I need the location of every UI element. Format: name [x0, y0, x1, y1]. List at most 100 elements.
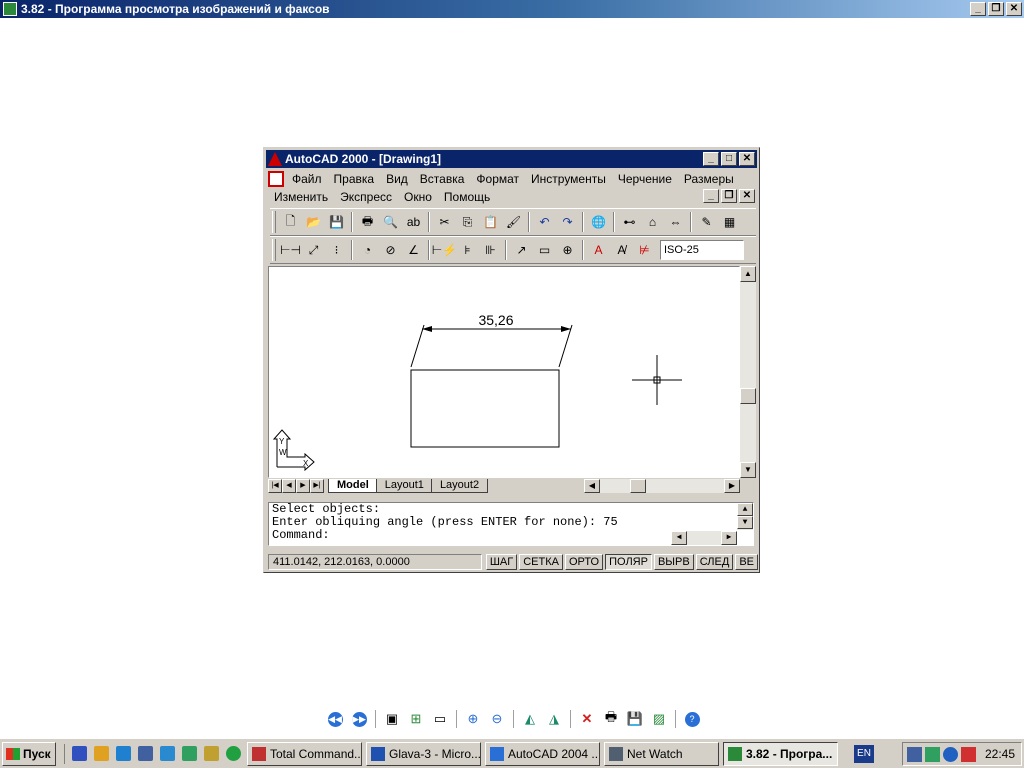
task-total-commander[interactable]: Total Command... [247, 741, 362, 766]
osnap-toggle[interactable]: ВЫРВ [653, 554, 694, 570]
scroll-left-icon[interactable]: ◀ [584, 479, 600, 493]
last-tab-icon[interactable]: ▶| [310, 479, 324, 493]
acad-maximize-button[interactable]: □ [721, 152, 737, 166]
task-word[interactable]: Glava-3 - Micro... [366, 741, 481, 766]
new-file-icon[interactable]: 🗋 [279, 211, 302, 233]
help-icon[interactable]: ? [681, 708, 703, 730]
scroll-thumb[interactable] [740, 388, 756, 404]
ortho-toggle[interactable]: ОРТО [564, 554, 604, 570]
ordinate-dimension-icon[interactable]: ⁝ [325, 239, 348, 261]
menu-view[interactable]: Вид [380, 172, 414, 186]
cmd-scroll-left-icon[interactable]: ◀ [671, 531, 687, 545]
prev-tab-icon[interactable]: ◀ [282, 479, 296, 493]
design-center-icon[interactable]: ▦ [718, 211, 741, 233]
start-button[interactable]: Пуск [2, 741, 56, 766]
center-mark-icon[interactable]: ⊕ [556, 239, 579, 261]
doc-restore-button[interactable]: ❐ [721, 189, 737, 203]
menu-window[interactable]: Окно [398, 190, 438, 204]
linear-dimension-icon[interactable]: ⊢⊣ [279, 239, 302, 261]
quicklaunch-app-icon[interactable] [223, 744, 243, 764]
tab-layout1[interactable]: Layout1 [375, 479, 433, 493]
menu-file[interactable]: Файл [286, 172, 328, 186]
network-icon[interactable] [907, 746, 922, 762]
menu-tools[interactable]: Инструменты [525, 172, 612, 186]
menu-help[interactable]: Помощь [438, 190, 496, 204]
minimize-button[interactable]: _ [970, 2, 986, 16]
dimension-style-select[interactable]: ISO-25 [660, 240, 744, 260]
dimension-update-icon[interactable]: ⊭ [633, 239, 656, 261]
delete-icon[interactable]: ✕ [576, 708, 598, 730]
task-net-watch[interactable]: Net Watch [604, 741, 719, 766]
vertical-scrollbar[interactable]: ▲ ▼ [740, 266, 756, 478]
toolbar-grip[interactable] [272, 211, 276, 233]
quicklaunch-app-icon[interactable] [179, 744, 199, 764]
acad-minimize-button[interactable]: _ [703, 152, 719, 166]
dimension-edit-icon[interactable]: A [587, 239, 610, 261]
dimension-text-edit-icon[interactable]: A̸ [610, 239, 633, 261]
print-icon[interactable]: 🖶 [356, 211, 379, 233]
quicklaunch-app-icon[interactable] [157, 744, 177, 764]
menu-edit[interactable]: Правка [328, 172, 381, 186]
horizontal-scrollbar[interactable]: ◀ ▶ [584, 479, 740, 493]
otrack-toggle[interactable]: СЛЕД [695, 554, 734, 570]
object-snap-icon[interactable]: ⊷ [618, 211, 641, 233]
spell-check-icon[interactable]: ab [402, 211, 425, 233]
maximize-button[interactable]: ❐ [988, 2, 1004, 16]
cut-icon[interactable]: ✂ [433, 211, 456, 233]
quick-dimension-icon[interactable]: ⊢⚡ [432, 239, 457, 261]
hscroll-thumb[interactable] [630, 479, 646, 493]
zoom-out-icon[interactable]: ⊖ [486, 708, 508, 730]
distance-icon[interactable]: ⇔ [664, 211, 687, 233]
menu-dimension[interactable]: Размеры [678, 172, 740, 186]
tab-model[interactable]: Model [328, 479, 378, 493]
best-fit-icon[interactable]: ▣ [381, 708, 403, 730]
quicklaunch-app-icon[interactable] [69, 744, 89, 764]
first-tab-icon[interactable]: |◀ [268, 479, 282, 493]
save-icon[interactable]: 💾 [325, 211, 348, 233]
task-image-viewer[interactable]: 3.82 - Програ... [723, 741, 838, 766]
copy-icon[interactable]: ⎘ [456, 211, 479, 233]
radius-dimension-icon[interactable]: ◔ [356, 239, 379, 261]
angular-dimension-icon[interactable]: ∠ [402, 239, 425, 261]
menu-format[interactable]: Формат [470, 172, 525, 186]
slideshow-icon[interactable]: ▭ [429, 708, 451, 730]
close-button[interactable]: ✕ [1006, 2, 1022, 16]
quicklaunch-app-icon[interactable] [91, 744, 111, 764]
task-autocad[interactable]: AutoCAD 2004 ... [485, 741, 600, 766]
redo-icon[interactable]: ↷ [556, 211, 579, 233]
search-icon[interactable] [943, 746, 958, 762]
menu-draw[interactable]: Черчение [612, 172, 678, 186]
quicklaunch-app-icon[interactable] [201, 744, 221, 764]
command-hscroll[interactable]: ◀ ▶ [671, 531, 737, 545]
lweight-toggle[interactable]: ВЕ [735, 554, 758, 570]
web-globe-icon[interactable]: 🌐 [587, 211, 610, 233]
tray-app-icon[interactable] [925, 746, 940, 762]
menu-express[interactable]: Экспресс [334, 190, 398, 204]
quicklaunch-app-icon[interactable] [135, 744, 155, 764]
save-copy-icon[interactable]: 💾 [624, 708, 646, 730]
scroll-down-icon[interactable]: ▼ [740, 462, 756, 478]
menu-insert[interactable]: Вставка [414, 172, 471, 186]
open-folder-icon[interactable]: 📂 [302, 211, 325, 233]
ucs-icon[interactable]: ⌂ [641, 211, 664, 233]
previous-image-icon[interactable]: ◀◀ [324, 708, 346, 730]
cmd-scroll-up-icon[interactable]: ▲ [737, 503, 753, 516]
next-tab-icon[interactable]: ▶ [296, 479, 310, 493]
snap-toggle[interactable]: ШАГ [485, 554, 518, 570]
match-properties-icon[interactable]: 🖌 [502, 211, 525, 233]
properties-icon[interactable]: ✎ [695, 211, 718, 233]
baseline-dimension-icon[interactable]: ⊧ [456, 239, 479, 261]
tab-layout2[interactable]: Layout2 [430, 479, 489, 493]
aligned-dimension-icon[interactable]: ⤢ [302, 239, 325, 261]
drawing-area[interactable]: 35,26 Y W X [268, 266, 740, 478]
command-vscroll[interactable]: ▲ ▼ [737, 503, 753, 530]
language-indicator[interactable]: EN [854, 744, 874, 763]
continue-dimension-icon[interactable]: ⊪ [479, 239, 502, 261]
polar-toggle[interactable]: ПОЛЯР [605, 554, 652, 570]
toolbar-grip[interactable] [272, 239, 276, 261]
cmd-scroll-down-icon[interactable]: ▼ [737, 516, 753, 529]
print-preview-icon[interactable]: 🔍 [379, 211, 402, 233]
scroll-right-icon[interactable]: ▶ [724, 479, 740, 493]
scroll-up-icon[interactable]: ▲ [740, 266, 756, 282]
rotate-clockwise-icon[interactable]: ◭ [519, 708, 541, 730]
